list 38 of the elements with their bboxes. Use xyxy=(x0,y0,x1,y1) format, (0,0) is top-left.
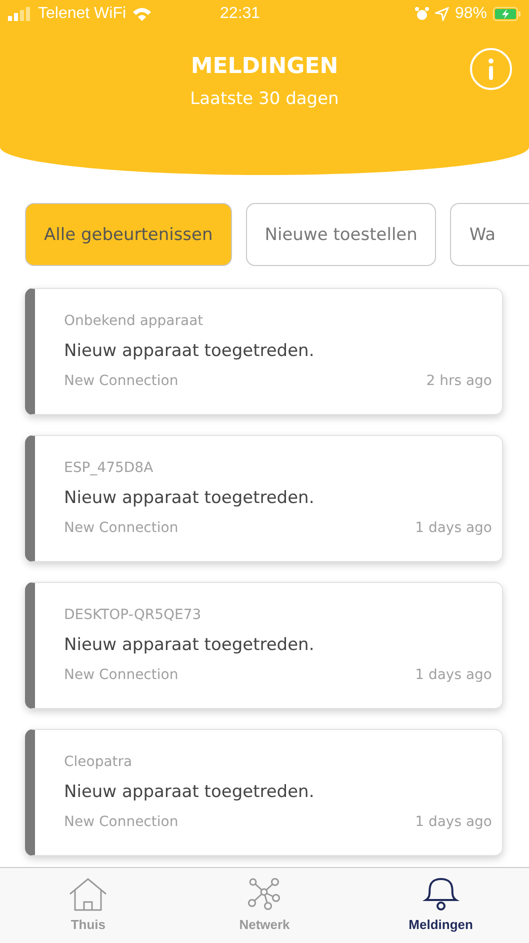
notification-card[interactable]: DESKTOP-QR5QE73 Nieuw apparaat toegetreden. New Connection 1 days ago xyxy=(25,582,503,709)
notification-card[interactable]: ESP_475D8A Nieuw apparaat toegetreden. New Connection 1 days ago xyxy=(25,435,503,562)
info-button[interactable] xyxy=(470,48,512,90)
battery-icon xyxy=(493,7,521,21)
filter-tab[interactable]: Alle gebeurtenissen xyxy=(25,203,232,266)
filter-tab[interactable]: Wa xyxy=(450,203,529,266)
event-type: New Connection xyxy=(64,373,178,389)
device-name: ESP_475D8A xyxy=(64,460,154,476)
notification-message: Nieuw apparaat toegetreden. xyxy=(64,341,316,361)
event-time: 1 days ago xyxy=(415,814,492,830)
notification-card[interactable]: Onbekend apparaat Nieuw apparaat toegetreden. New Connection 2 hrs ago xyxy=(25,288,503,415)
event-time: 2 hrs ago xyxy=(426,373,492,389)
battery-percentage: 98% xyxy=(454,5,487,23)
bell-icon xyxy=(420,877,461,913)
device-name: Cleopatra xyxy=(64,754,134,770)
event-type: New Connection xyxy=(64,667,178,683)
status-time: 22:31 xyxy=(220,5,260,23)
event-type: New Connection xyxy=(64,814,178,830)
event-type: New Connection xyxy=(64,520,178,536)
event-time: 1 days ago xyxy=(415,520,492,536)
event-time: 1 days ago xyxy=(415,667,492,683)
page-title: MELDINGEN xyxy=(190,54,338,79)
device-name: DESKTOP-QR5QE73 xyxy=(64,607,202,623)
alarm-icon xyxy=(414,7,429,21)
tab-bar-item[interactable]: Meldingen xyxy=(352,868,529,943)
notification-message: Nieuw apparaat toegetreden. xyxy=(64,488,316,508)
device-name: Onbekend apparaat xyxy=(64,313,204,329)
info-icon xyxy=(488,58,494,80)
filter-tab[interactable]: Nieuwe toestellen xyxy=(246,203,436,266)
wifi-icon xyxy=(132,7,152,21)
notification-message: Nieuw apparaat toegetreden. xyxy=(64,635,316,655)
notification-message: Nieuw apparaat toegetreden. xyxy=(64,782,316,802)
signal-icon xyxy=(8,7,32,21)
notification-card[interactable]: Cleopatra Nieuw apparaat toegetreden. New Connection 1 days ago xyxy=(25,729,503,856)
page-subtitle: Laatste 30 dagen xyxy=(189,89,340,109)
carrier-name: Telenet WiFi xyxy=(38,5,126,23)
location-icon xyxy=(434,7,449,21)
home-icon xyxy=(68,877,108,913)
